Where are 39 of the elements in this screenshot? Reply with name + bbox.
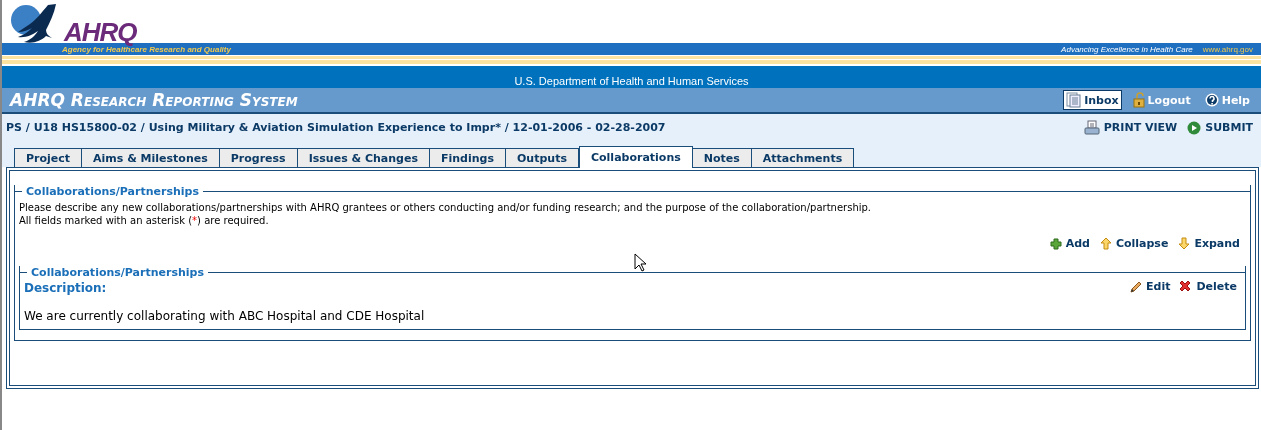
menu-link[interactable]: Inbox [1063,90,1122,110]
pencil-icon [1129,279,1143,293]
play-icon [1187,120,1202,135]
tab[interactable]: Attachments [751,148,855,167]
section-legend: Collaborations/Partnerships [26,185,199,198]
tab[interactable]: Findings [430,148,506,167]
padlock-icon [1132,92,1145,108]
x-icon [1178,279,1193,293]
help-icon [1204,93,1219,107]
tab[interactable]: Collaborations [578,146,693,168]
required-note: All fields marked with an asterisk (*) are required. [19,214,270,227]
tab[interactable]: Notes [692,148,752,167]
down-arrow-icon [1178,237,1191,250]
tab[interactable]: Outputs [506,148,579,167]
action-link[interactable]: PRINT VIEW [1083,120,1178,135]
printer-icon [1083,120,1100,135]
department-name: U.S. Department of Health and Human Services [514,75,749,87]
instructions-text: Please describe any new collaborations/partnerships with AHRQ grantees or others conducting and/or funding research; and the purpose of the collaboration/partnership. [19,201,873,214]
field-value: We are currently collaborating with ABC Hospital and CDE Hospital [24,309,426,323]
action-link[interactable]: SUBMIT [1187,120,1253,135]
logo-text: AHRQ [64,17,137,47]
tab[interactable]: Aims & Milestones [82,148,220,167]
entry-action-link[interactable]: Delete [1178,279,1237,293]
entry-action-link[interactable]: Edit [1129,279,1171,293]
tab[interactable]: Progress [219,148,298,167]
breadcrumb: PS / U18 HS15800-02 / Using Military & Aviation Simulation Experience to Impr* / 12-01-2006 - 02-28-2007 [6,121,666,134]
cursor-icon [634,253,646,272]
tagline: Advancing Excellence in Health Care [1061,44,1193,54]
system-title: AHRQ Research Reporting System [10,90,298,110]
field-label: Description: [24,281,107,295]
entry-legend: Collaborations/Partnerships [31,266,204,279]
plus-icon [1049,237,1062,250]
tab[interactable]: Project [14,148,83,167]
tab[interactable]: Issues & Changes [297,148,430,167]
document-icon [1066,92,1082,108]
toolbar-link[interactable]: Expand [1178,237,1240,250]
up-arrow-icon [1099,237,1112,250]
toolbar-link[interactable]: Add [1049,237,1090,250]
toolbar-link[interactable]: Collapse [1099,237,1169,250]
